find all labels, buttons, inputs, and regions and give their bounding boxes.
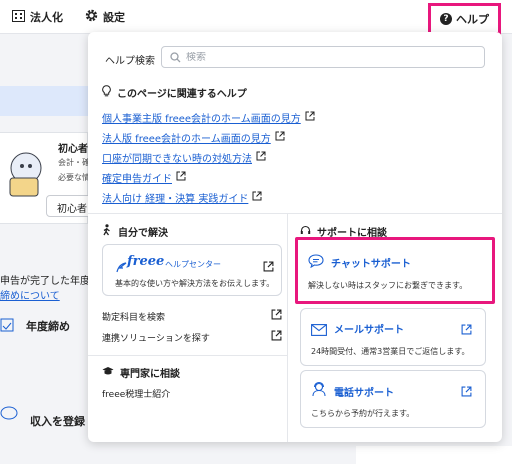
register-income-label[interactable]: 収入を登録 xyxy=(30,413,85,429)
section-divider xyxy=(88,213,502,214)
external-link-icon xyxy=(275,131,285,144)
help-center-title: ヘルプセンター xyxy=(165,260,221,269)
help-label: ヘルプ xyxy=(456,13,489,26)
external-link-icon xyxy=(461,320,472,339)
gear-icon xyxy=(85,9,98,25)
mail-support-card[interactable]: メールサポート 24時間受付、通常3営業日でご返信します。 xyxy=(300,308,486,366)
phone-support-card[interactable]: 電話サポート こちらから予約が行えます。 xyxy=(300,370,486,428)
background-banner xyxy=(0,86,88,116)
help-center-card[interactable]: freee ヘルプセンター 基本的な使い方や解決方法をお伝えします。 xyxy=(102,244,282,296)
calendar-icon xyxy=(0,318,14,332)
year-end-label[interactable]: 年度締め xyxy=(26,318,70,334)
help-search-input[interactable] xyxy=(186,51,466,63)
help-link[interactable]: 確定申告ガイド xyxy=(102,167,315,187)
external-link-icon xyxy=(461,382,472,401)
freee-logo-text: freee xyxy=(127,254,165,269)
section-divider xyxy=(88,355,287,356)
chat-bubble-icon xyxy=(308,253,324,272)
piggy-bank-icon xyxy=(0,406,18,420)
external-link-icon xyxy=(252,191,262,204)
year-close-link[interactable]: 締めについて xyxy=(0,287,60,302)
external-link-icon xyxy=(271,330,282,344)
mail-support-desc: 24時間受付、通常3営業日でご返信します。 xyxy=(311,347,470,356)
beginner-illustration-icon xyxy=(9,152,42,197)
external-link-icon xyxy=(271,309,282,323)
help-link-label: 法人版 freee会計のホーム画面の見方 xyxy=(102,133,271,145)
related-help-title: このページに関連するヘルプ xyxy=(117,89,247,100)
help-link[interactable]: 法人向け 経理・決算 実践ガイド xyxy=(102,187,315,207)
beginner-button[interactable]: 初心者 xyxy=(46,195,92,217)
chat-support-card[interactable]: チャットサポート 解決しない時はスタッフにお繋ぎできます。 xyxy=(295,237,495,304)
expert-heading: 専門家に相談 xyxy=(102,365,180,380)
column-divider xyxy=(287,214,288,442)
expert-title: 専門家に相談 xyxy=(120,369,180,380)
corporation-label: 法人化 xyxy=(30,11,63,24)
help-link-label: 確定申告ガイド xyxy=(102,173,172,185)
freee-logo-icon xyxy=(115,259,127,278)
help-dropdown: ヘルプ検索 このページに関連するヘルプ 個人事業主版 freee会計のホーム画面… xyxy=(88,32,502,442)
help-link-label: 法人向け 経理・決算 実践ガイド xyxy=(102,193,249,205)
chat-support-title: チャットサポート xyxy=(331,259,411,270)
related-help-heading: このページに関連するヘルプ xyxy=(102,85,247,100)
help-link[interactable]: 口座が同期できない時の対処方法 xyxy=(102,147,315,167)
tax-accountant-label: freee税理士紹介 xyxy=(102,389,171,400)
chat-support-desc: 解決しない時はスタッフにお繋ぎできます。 xyxy=(308,281,468,290)
background-content xyxy=(356,446,512,464)
help-search-box[interactable] xyxy=(161,46,485,68)
external-link-icon xyxy=(256,151,266,164)
envelope-icon xyxy=(311,321,327,340)
question-icon: ? xyxy=(440,13,452,25)
account-search-row[interactable]: 勘定科目を検索 xyxy=(102,308,282,324)
operator-icon xyxy=(311,381,327,401)
help-link[interactable]: 個人事業主版 freee会計のホーム画面の見方 xyxy=(102,107,315,127)
phone-support-desc: こちらから予約が行えます。 xyxy=(311,409,415,418)
related-help-links: 個人事業主版 freee会計のホーム画面の見方 法人版 freee会計のホーム画… xyxy=(102,107,315,207)
phone-support-title: 電話サポート xyxy=(334,388,394,399)
building-icon xyxy=(12,9,25,25)
self-solve-heading: 自分で解決 xyxy=(102,224,168,239)
lightbulb-icon xyxy=(102,85,111,100)
walking-person-icon xyxy=(102,224,112,239)
external-link-icon xyxy=(305,111,315,124)
integration-search-row[interactable]: 連携ソリューションを探す xyxy=(102,329,282,345)
help-link-label: 口座が同期できない時の対処方法 xyxy=(102,153,252,165)
search-icon xyxy=(170,48,181,67)
help-button[interactable]: ? ヘルプ xyxy=(428,3,501,35)
tax-accountant-row[interactable]: freee税理士紹介 xyxy=(102,385,282,401)
help-center-desc: 基本的な使い方や解決方法をお伝えします。 xyxy=(115,279,275,288)
account-search-label: 勘定科目を検索 xyxy=(102,312,166,323)
help-link[interactable]: 法人版 freee会計のホーム画面の見方 xyxy=(102,127,315,147)
graduation-cap-icon xyxy=(102,366,114,379)
self-solve-title: 自分で解決 xyxy=(118,228,168,239)
settings-label: 設定 xyxy=(103,11,125,24)
tax-completed-text: 申告が完了した年度 xyxy=(0,276,90,287)
settings-nav[interactable]: 設定 xyxy=(85,9,125,25)
mail-support-title: メールサポート xyxy=(334,325,404,336)
help-search-label: ヘルプ検索 xyxy=(105,56,155,67)
corporation-nav[interactable]: 法人化 xyxy=(12,9,63,25)
external-link-icon xyxy=(176,171,186,184)
external-link-icon xyxy=(263,257,274,276)
integration-search-label: 連携ソリューションを探す xyxy=(102,333,210,344)
help-link-label: 個人事業主版 freee会計のホーム画面の見方 xyxy=(102,113,301,125)
